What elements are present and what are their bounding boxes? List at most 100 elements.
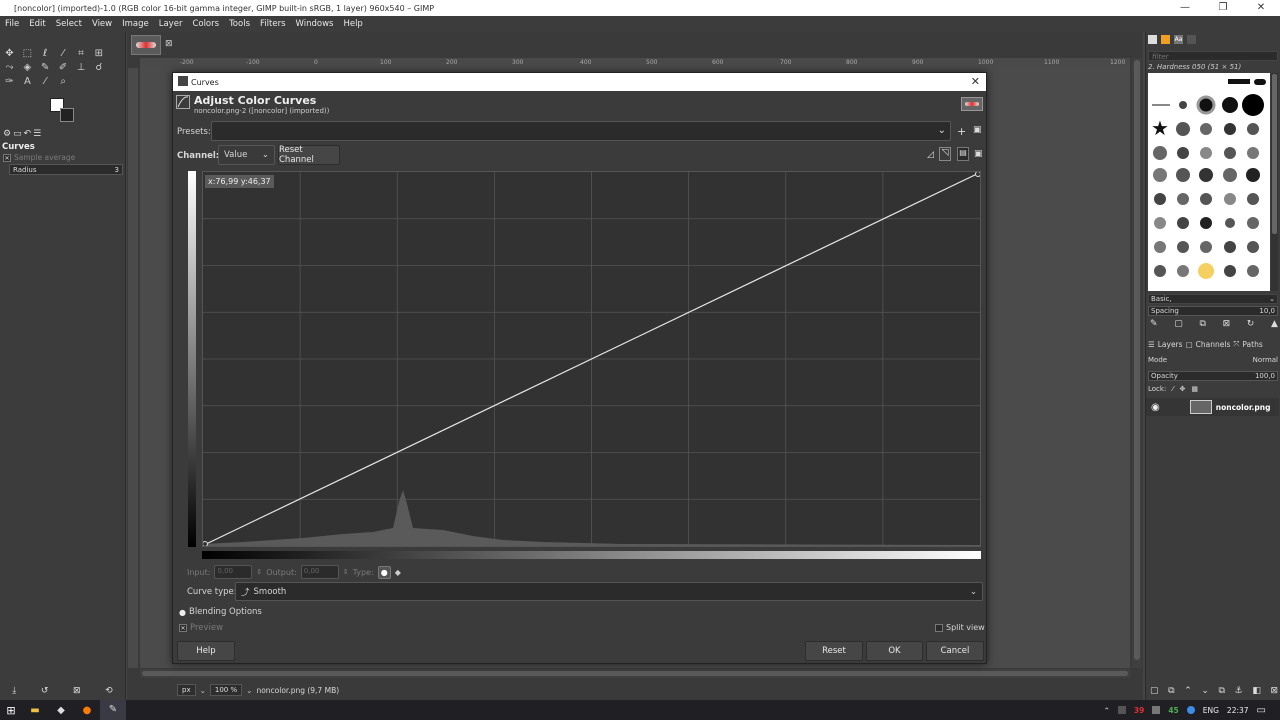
menu-help[interactable]: Help [338, 19, 367, 29]
output-stepper-icon[interactable]: ⇕ [343, 568, 349, 576]
tray-expand-icon[interactable]: ⌃ [1104, 706, 1110, 715]
device-status-tab-icon[interactable]: ▭ [13, 129, 22, 139]
delete-layer-icon[interactable]: ⊠ [1270, 686, 1278, 696]
paths-tool-icon[interactable]: ✑ [2, 74, 17, 88]
duplicate-brush-icon[interactable]: ⧉ [1199, 319, 1205, 329]
brush-scrollbar-thumb[interactable] [1272, 74, 1277, 234]
reset-channel-button[interactable]: Reset Channel [278, 145, 340, 165]
horizontal-scrollbar[interactable] [140, 669, 1130, 678]
brushes-tab-icon[interactable] [1148, 35, 1157, 44]
raise-layer-icon[interactable]: ⌃ [1184, 686, 1192, 696]
mode-select[interactable]: Normal [1253, 356, 1278, 364]
menu-windows[interactable]: Windows [291, 19, 339, 29]
fonts-tab-icon[interactable]: Aa [1174, 35, 1183, 44]
delete-options-icon[interactable]: ⊠ [73, 686, 81, 696]
curve-type-select[interactable]: ⤴ Smooth ⌄ [235, 582, 983, 601]
patterns-tab-icon[interactable] [1161, 35, 1170, 44]
lock-alpha-icon[interactable]: ▦ [1191, 385, 1198, 393]
input-stepper-icon[interactable]: ⇕ [256, 568, 262, 576]
output-field[interactable]: 0,00 [300, 565, 339, 579]
histogram-view-icon[interactable]: ▤ [957, 147, 969, 161]
image-tab-thumbnail[interactable] [131, 35, 161, 55]
transform-tool-icon[interactable]: ⊞ [91, 46, 106, 60]
input-field[interactable]: 0,00 [214, 565, 253, 579]
eraser-tool-icon[interactable]: ✐ [56, 60, 71, 74]
anchor-layer-icon[interactable]: ⚓ [1235, 686, 1243, 696]
reset-button[interactable]: Reset [805, 641, 863, 661]
opacity-spinbox[interactable]: Opacity 100,0 [1148, 371, 1278, 381]
refresh-brushes-icon[interactable]: ↻ [1247, 319, 1255, 329]
curve-graph-svg[interactable] [202, 171, 981, 547]
restore-options-icon[interactable]: ↺ [41, 686, 49, 696]
gimp-taskbar-icon[interactable]: ✎ [100, 700, 126, 720]
new-layer-icon[interactable]: ▢ [1150, 686, 1159, 696]
dialog-menu-icon[interactable]: ▣ [974, 149, 983, 159]
network-icon[interactable] [1186, 706, 1195, 714]
menu-select[interactable]: Select [51, 19, 87, 29]
menu-layer[interactable]: Layer [154, 19, 188, 29]
split-view-checkbox[interactable] [935, 623, 943, 632]
crop-tool-icon[interactable]: ⌗ [74, 46, 89, 60]
preset-menu-icon[interactable]: ▣ [973, 125, 982, 135]
cancel-button[interactable]: Cancel [926, 641, 984, 661]
tray-app-icon[interactable] [1117, 706, 1126, 714]
corner-point-type-icon[interactable]: ◆ [395, 568, 401, 577]
brush-scrollbar[interactable] [1271, 73, 1278, 291]
blending-options-expander[interactable]: ● Blending Options [179, 607, 262, 617]
color-picker-tool-icon[interactable]: ⁄ [38, 74, 53, 88]
brush-grid[interactable]: ★ [1148, 73, 1270, 291]
brush-preset-select[interactable]: Basic, ⌄ [1148, 294, 1278, 304]
notifications-icon[interactable]: ▭ [1257, 705, 1266, 716]
tool-options-tab-icon[interactable]: ⚙ [3, 129, 11, 139]
tab-layers[interactable]: Layers [1158, 340, 1183, 349]
lock-position-icon[interactable]: ✥ [1180, 385, 1186, 393]
sample-average-checkbox[interactable]: ✕ [3, 153, 11, 162]
close-window-button[interactable]: ✕ [1242, 0, 1280, 16]
file-explorer-icon[interactable]: ▬ [22, 705, 48, 716]
new-layer-group-icon[interactable]: ⧉ [1168, 686, 1174, 696]
clock[interactable]: 22:37 [1227, 706, 1249, 715]
tab-channels[interactable]: Channels [1196, 340, 1231, 349]
firefox-icon[interactable]: ● [74, 705, 100, 716]
curve-point-start[interactable] [202, 541, 208, 547]
lasso-tool-icon[interactable]: ℓ [38, 46, 53, 60]
presets-combo[interactable]: ⌄ [211, 121, 951, 141]
preview-toggle[interactable]: ✕ Preview [179, 623, 223, 633]
smudge-tool-icon[interactable]: ☌ [91, 60, 106, 74]
new-brush-icon[interactable]: ▢ [1174, 319, 1183, 329]
background-color-swatch[interactable] [60, 108, 74, 122]
zoom-dropdown-icon[interactable]: ⌄ [246, 686, 252, 695]
open-brush-as-image-icon[interactable]: ▲ [1271, 319, 1278, 329]
undo-history-tab-icon[interactable]: ↶ [24, 129, 32, 139]
tray-app-icon[interactable] [1152, 706, 1161, 714]
menu-file[interactable]: File [0, 19, 24, 29]
zoom-select[interactable]: 100 % [209, 684, 243, 696]
add-preset-icon[interactable]: + [957, 125, 966, 138]
text-tool-icon[interactable]: A [20, 74, 35, 88]
rect-select-tool-icon[interactable]: ⬚ [20, 46, 35, 60]
menu-colors[interactable]: Colors [187, 19, 224, 29]
preview-checkbox[interactable]: ✕ [179, 624, 187, 632]
edit-brush-icon[interactable]: ✎ [1150, 319, 1158, 329]
save-options-icon[interactable]: ⤓ [12, 686, 16, 696]
delete-brush-icon[interactable]: ⊠ [1223, 319, 1231, 329]
menu-image[interactable]: Image [117, 19, 154, 29]
images-tab-icon[interactable]: ☰ [33, 129, 41, 139]
curve-graph[interactable] [202, 171, 981, 547]
maximize-button[interactable]: ❐ [1204, 0, 1242, 16]
vertical-scrollbar-thumb[interactable] [1134, 60, 1140, 660]
minimize-button[interactable]: — [1166, 0, 1204, 16]
smooth-point-type-icon[interactable]: ● [377, 565, 391, 579]
tab-paths[interactable]: Paths [1242, 340, 1262, 349]
bucket-fill-tool-icon[interactable]: ◈ [20, 60, 35, 74]
split-view-toggle[interactable]: Split view [935, 623, 985, 632]
curve-point-end[interactable] [975, 171, 981, 177]
lower-layer-icon[interactable]: ⌄ [1201, 686, 1209, 696]
spacing-spinbox[interactable]: Spacing 10,0 [1148, 306, 1278, 316]
warp-tool-icon[interactable]: ⤳ [2, 60, 17, 74]
duplicate-layer-icon[interactable]: ⧉ [1219, 686, 1225, 696]
paintbrush-tool-icon[interactable]: ✎ [38, 60, 53, 74]
menu-filters[interactable]: Filters [255, 19, 290, 29]
vertical-scrollbar[interactable] [1132, 58, 1142, 668]
tray-red-count[interactable]: 39 [1134, 706, 1144, 715]
